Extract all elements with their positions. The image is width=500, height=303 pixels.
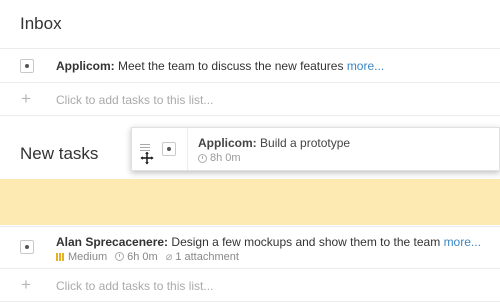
task-project: Applicom: [198, 136, 257, 150]
add-task-placeholder[interactable]: Click to add tasks to this list... [56, 93, 213, 107]
priority-label: Medium [68, 250, 108, 263]
task-checkbox[interactable] [162, 142, 176, 156]
task-text: Alan Sprecacenere: Design a few mockups … [56, 235, 481, 249]
priority-icon [56, 252, 64, 261]
divider [187, 128, 188, 170]
task-meta: Medium 6h 0m ⌀ 1 attachment [56, 250, 239, 263]
add-task-placeholder[interactable]: Click to add tasks to this list... [56, 279, 213, 293]
inbox-task-row[interactable]: Applicom: Meet the team to discuss the n… [0, 48, 500, 82]
paperclip-icon: ⌀ [165, 251, 173, 263]
task-checkbox[interactable] [20, 240, 34, 254]
task-text: Applicom: Build a prototype [198, 136, 350, 150]
new-tasks-task-row[interactable]: Alan Sprecacenere: Design a few mockups … [0, 226, 500, 268]
inbox-add-task-row[interactable]: + Click to add tasks to this list... [0, 82, 500, 116]
estimate-label: 8h 0m [210, 152, 241, 164]
move-cursor-icon [140, 151, 154, 165]
new-tasks-add-task-row[interactable]: + Click to add tasks to this list... [0, 268, 500, 302]
task-checkbox[interactable] [20, 59, 34, 73]
drop-zone-placeholder[interactable] [0, 179, 500, 225]
task-project: Alan Sprecacenere: [56, 235, 169, 249]
task-text: Applicom: Meet the team to discuss the n… [56, 59, 384, 73]
dragging-task-card[interactable]: Applicom: Build a prototype 8h 0m [131, 127, 500, 171]
more-link[interactable]: more... [347, 59, 384, 73]
task-description: Build a prototype [260, 136, 351, 150]
plus-icon[interactable]: + [21, 275, 31, 295]
task-description: Design a few mockups and show them to th… [171, 235, 441, 249]
more-link[interactable]: more... [444, 235, 481, 249]
inbox-title: Inbox [20, 14, 62, 33]
new-tasks-title: New tasks [20, 144, 99, 163]
task-description: Meet the team to discuss the new feature… [118, 59, 344, 73]
clock-icon [115, 252, 125, 261]
attachment-label[interactable]: 1 attachment [175, 251, 239, 263]
task-board: Inbox Applicom: Meet the team to discuss… [0, 0, 500, 303]
clock-icon [198, 153, 207, 163]
task-project: Applicom: [56, 59, 115, 73]
task-meta: 8h 0m [198, 152, 241, 164]
estimate-label: 6h 0m [127, 250, 158, 263]
plus-icon[interactable]: + [21, 89, 31, 109]
